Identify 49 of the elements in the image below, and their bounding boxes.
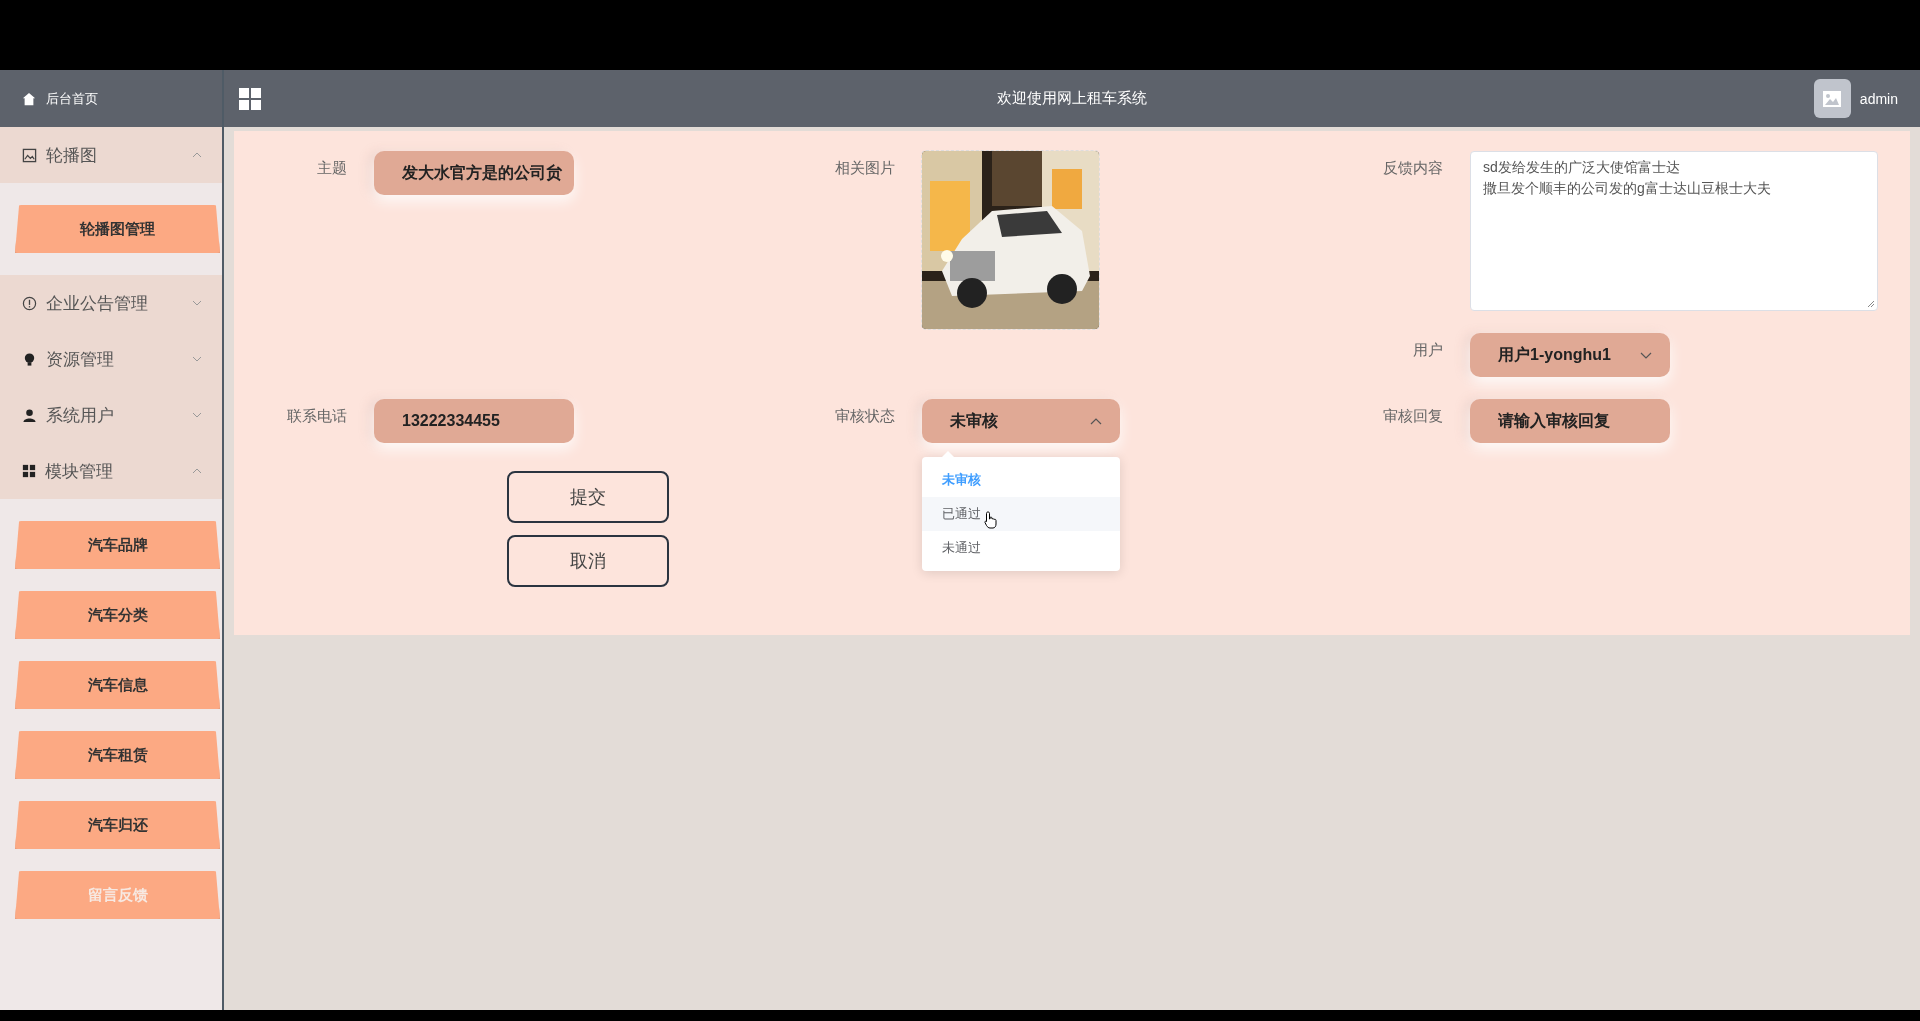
- field-label: 用户: [1412, 340, 1443, 360]
- chevron-icon: [1090, 417, 1102, 425]
- input-field[interactable]: 请输入审核回复: [1470, 399, 1670, 443]
- chevron-up-icon: [192, 152, 202, 158]
- page-title: 欢迎使用网上租车系统: [997, 89, 1147, 108]
- text-line: sd发给发生的广泛大使馆富士达: [1483, 158, 1680, 177]
- submit-button[interactable]: 提交: [507, 471, 669, 523]
- text-line: 撒旦发个顺丰的公司发的g富士达山豆根士大夫: [1483, 179, 1771, 198]
- submenu-button[interactable]: 汽车品牌: [15, 521, 220, 569]
- avatar-icon[interactable]: [1813, 79, 1851, 118]
- cancel-button[interactable]: 取消: [507, 535, 669, 587]
- input-field[interactable]: 13222334455: [374, 399, 574, 443]
- input-field[interactable]: 发大水官方是的公司贠: [374, 151, 574, 195]
- menu-item[interactable]: 系统用户: [0, 387, 222, 443]
- submenu-button[interactable]: 汽车信息: [15, 661, 220, 709]
- field-label: 联系电话: [286, 406, 347, 426]
- picture-icon: [22, 147, 37, 163]
- submenu-button[interactable]: 轮播图管理: [15, 205, 220, 253]
- info-icon: [22, 295, 37, 311]
- chevron-down-icon: [192, 356, 202, 362]
- home-link[interactable]: 后台首页: [0, 70, 222, 127]
- hand-cursor-icon: [984, 511, 998, 529]
- dropdown-option[interactable]: 已通过: [922, 497, 1120, 531]
- menu-item[interactable]: 资源管理: [0, 331, 222, 387]
- chevron-down-icon: [192, 300, 202, 306]
- dropdown-option[interactable]: 未通过: [922, 531, 1120, 565]
- field-label: 主题: [316, 158, 347, 178]
- field-label: 相关图片: [834, 158, 895, 178]
- home-icon: [22, 91, 36, 106]
- chevron-down-icon: [192, 412, 202, 418]
- field-label: 审核回复: [1382, 406, 1443, 426]
- field-label: 反馈内容: [1382, 158, 1443, 178]
- menu-item[interactable]: 模块管理: [0, 443, 222, 499]
- field-label: 审核状态: [834, 406, 895, 426]
- bulb-icon: [22, 351, 37, 367]
- user-name[interactable]: admin: [1859, 90, 1898, 107]
- chevron-icon: [1640, 351, 1652, 359]
- menu-icon[interactable]: [239, 87, 261, 110]
- grid-icon: [22, 464, 36, 478]
- menu-item[interactable]: 轮播图: [0, 127, 222, 183]
- resize-handle-icon[interactable]: [1867, 300, 1875, 308]
- user-icon: [22, 407, 37, 423]
- select-field[interactable]: 用户1-yonghu1: [1470, 333, 1670, 377]
- submenu-button[interactable]: 汽车租赁: [15, 731, 220, 779]
- feedback-field[interactable]: sd发给发生的广泛大使馆富士达 撒旦发个顺丰的公司发的g富士达山豆根士大夫: [1470, 151, 1878, 311]
- chevron-up-icon: [192, 468, 202, 474]
- submenu-button[interactable]: 汽车归还: [15, 801, 220, 849]
- menu-item[interactable]: 企业公告管理: [0, 275, 222, 331]
- submenu-button[interactable]: 汽车分类: [15, 591, 220, 639]
